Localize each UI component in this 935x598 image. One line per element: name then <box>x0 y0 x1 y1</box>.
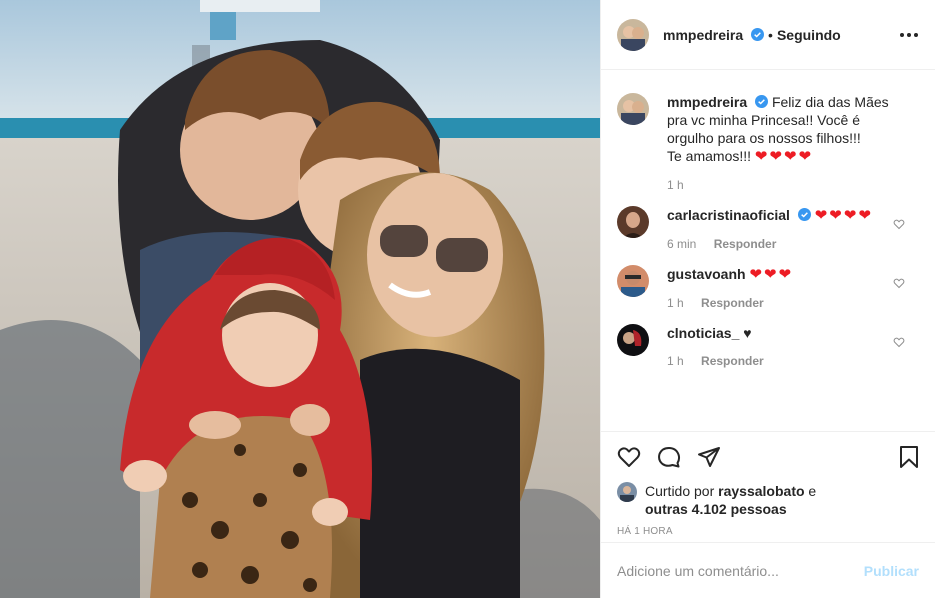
comment-text: ♥ <box>743 325 752 341</box>
caption: mmpedreira Feliz dia das Mães pra vc min… <box>617 93 919 192</box>
like-heart-icon[interactable] <box>617 445 641 469</box>
verified-badge-icon <box>751 27 765 41</box>
comment-item: clnoticias_ ♥ 1 h Responder <box>617 324 919 368</box>
comment-time[interactable]: 1 h <box>667 354 684 368</box>
follow-status-button[interactable]: Seguindo <box>777 27 841 43</box>
caption-text-line2: Te amamos!!! <box>667 148 752 164</box>
comment-body: gustavoanh ❤❤❤ 1 h Responder <box>667 265 897 310</box>
comment-username[interactable]: gustavoanh <box>667 266 746 282</box>
caption-hearts: ❤❤❤❤ <box>754 148 814 165</box>
add-comment-bar: Publicar <box>601 542 935 598</box>
likes-connector: e <box>808 483 817 499</box>
comment-text: ❤❤❤❤ <box>814 207 874 224</box>
liked-by-prefix: Curtido por <box>645 483 715 499</box>
likes-others-count[interactable]: outras 4.102 pessoas <box>645 501 787 517</box>
comment-avatar[interactable] <box>617 324 649 356</box>
comment-meta: 1 h Responder <box>667 296 897 310</box>
post-photo[interactable] <box>0 0 600 598</box>
caption-username[interactable]: mmpedreira <box>667 94 747 110</box>
post-side-panel: mmpedreira • Seguindo mmpedreira Feliz d… <box>600 0 935 598</box>
caption-time[interactable]: 1 h <box>667 178 684 192</box>
comment-body: carlacristinaoficial ❤❤❤❤ 6 min Responde… <box>667 206 897 251</box>
comment-avatar[interactable] <box>617 265 649 297</box>
comment-username[interactable]: clnoticias_ <box>667 325 739 341</box>
liked-by-user[interactable]: rayssalobato <box>718 483 804 499</box>
more-options-icon[interactable] <box>899 26 919 44</box>
comment-meta: 1 h Responder <box>667 354 897 368</box>
caption-meta: 1 h <box>667 178 897 192</box>
comment-item: carlacristinaoficial ❤❤❤❤ 6 min Responde… <box>617 206 919 251</box>
separator-dot: • <box>768 26 773 43</box>
verified-badge-icon <box>755 95 769 108</box>
reply-button[interactable]: Responder <box>701 354 764 368</box>
author-username[interactable]: mmpedreira <box>663 27 765 43</box>
action-icons-row <box>601 432 935 482</box>
comment-item: gustavoanh ❤❤❤ 1 h Responder <box>617 265 919 310</box>
verified-badge-icon <box>797 208 811 221</box>
author-avatar[interactable] <box>617 18 649 51</box>
likes-text: Curtido por rayssalobato e outras 4.102 … <box>645 482 816 518</box>
like-comment-heart-icon[interactable] <box>893 277 905 289</box>
reply-button[interactable]: Responder <box>714 237 777 251</box>
post-image <box>0 0 600 598</box>
liker-avatar[interactable] <box>617 482 637 502</box>
like-comment-heart-icon[interactable] <box>893 336 905 348</box>
publish-button[interactable]: Publicar <box>864 563 919 579</box>
share-direct-icon[interactable] <box>697 445 721 469</box>
post-actions: Curtido por rayssalobato e outras 4.102 … <box>601 431 935 598</box>
comment-avatar[interactable] <box>617 206 649 238</box>
likes-summary: Curtido por rayssalobato e outras 4.102 … <box>601 482 935 518</box>
caption-body: mmpedreira Feliz dia das Mães pra vc min… <box>667 93 897 192</box>
reply-button[interactable]: Responder <box>701 296 764 310</box>
comment-input[interactable] <box>617 562 864 579</box>
comment-username[interactable]: carlacristinaoficial <box>667 207 790 223</box>
like-comment-heart-icon[interactable] <box>893 218 905 230</box>
comment-bubble-icon[interactable] <box>657 445 681 469</box>
comment-time[interactable]: 6 min <box>667 237 696 251</box>
comment-time[interactable]: 1 h <box>667 296 684 310</box>
comment-body: clnoticias_ ♥ 1 h Responder <box>667 324 897 368</box>
post-timestamp[interactable]: HÁ 1 HORA <box>601 518 935 537</box>
comment-text: ❤❤❤ <box>749 266 794 283</box>
comments-list[interactable]: mmpedreira Feliz dia das Mães pra vc min… <box>601 71 935 431</box>
caption-avatar[interactable] <box>617 93 649 125</box>
post-header: mmpedreira • Seguindo <box>601 0 935 70</box>
save-bookmark-icon[interactable] <box>897 445 921 469</box>
comment-meta: 6 min Responder <box>667 237 897 251</box>
